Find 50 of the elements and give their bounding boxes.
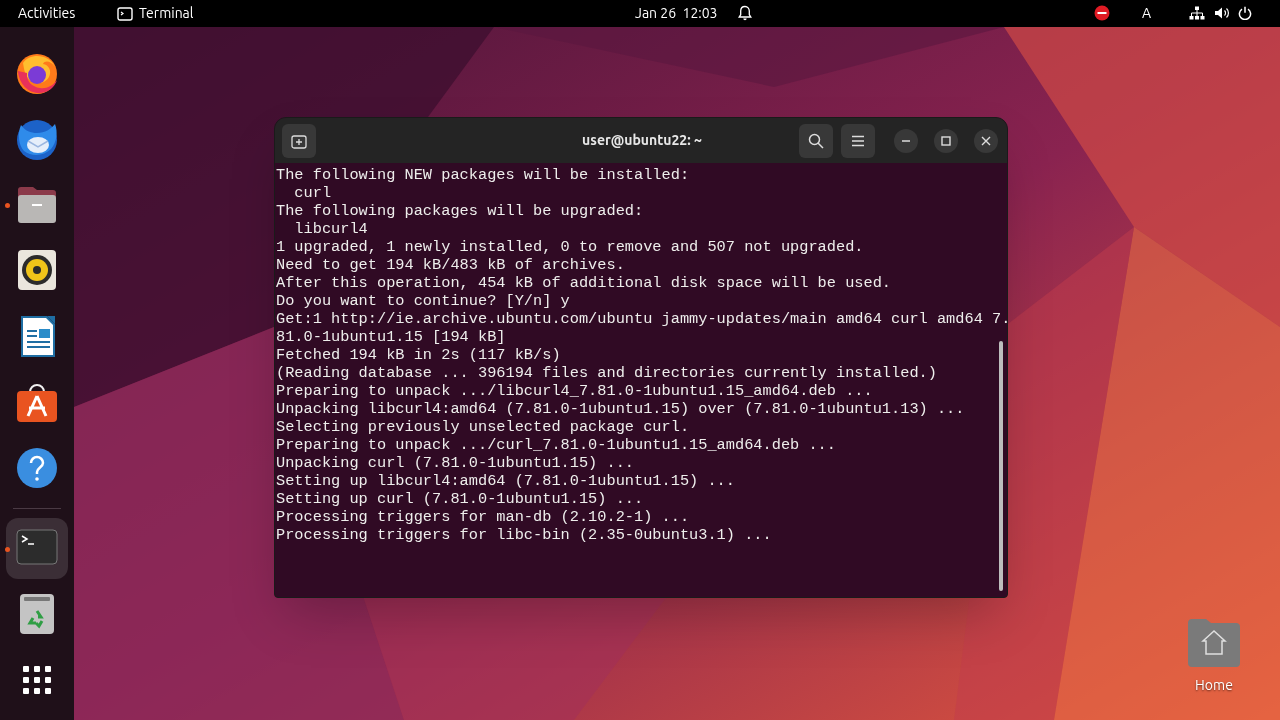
terminal-line: Do you want to continue? [Y/n] y: [276, 292, 571, 310]
terminal-line: Unpacking libcurl4:amd64 (7.81.0-1ubuntu1.15) over (7.81.0-1ubuntu1.13) ...: [276, 400, 966, 418]
terminal-line: libcurl4: [293, 220, 369, 238]
bell-icon[interactable]: [738, 5, 752, 21]
maximize-button[interactable]: [934, 129, 958, 153]
terminal-line: The following NEW packages will be installed:: [276, 166, 691, 184]
terminal-icon: [117, 6, 133, 21]
minimize-button[interactable]: [894, 129, 918, 153]
icon-label: Home: [1195, 676, 1233, 695]
terminal-line: Preparing to unpack .../curl_7.81.0-1ubuntu1.15_amd64.deb ...: [276, 436, 837, 454]
terminal-line: The following packages will be upgraded:: [276, 202, 645, 220]
power-icon[interactable]: [1238, 6, 1252, 20]
terminal-line: Selecting previously unselected package curl.: [276, 418, 691, 436]
search-button[interactable]: [799, 124, 833, 158]
terminal-line: Preparing to unpack .../libcurl4_7.81.0-1ubuntu1.15_amd64.deb ...: [276, 382, 874, 400]
terminal-line: Get:1 http://ie.archive.ubuntu.com/ubuntu jammy-updates/main amd64 curl amd64 7.: [276, 310, 1007, 328]
new-tab-icon: [291, 133, 307, 149]
maximize-icon: [940, 135, 952, 147]
new-tab-button[interactable]: [282, 124, 316, 158]
clock[interactable]: Jan 26 12:03: [635, 3, 718, 24]
help-icon: [15, 445, 59, 490]
menu-icon: [851, 135, 865, 147]
terminal-line: curl: [293, 184, 333, 202]
home-folder-icon[interactable]: [1186, 617, 1242, 667]
terminal-line: Setting up libcurl4:amd64 (7.81.0-1ubuntu1.15) ...: [276, 472, 736, 490]
app-grid-icon[interactable]: [23, 666, 51, 695]
window-title: user@ubuntu22: ~: [581, 131, 703, 150]
scrollbar-thumb[interactable]: [999, 341, 1003, 591]
terminal-line: After this operation, 454 kB of additional disk space will be used.: [276, 274, 893, 292]
terminal-line: Setting up curl (7.81.0-1ubuntu1.15) ...: [276, 490, 645, 508]
terminal-line: (Reading database ... 396194 files and directories currently installed.): [276, 364, 938, 382]
close-icon: [980, 135, 992, 147]
volume-icon[interactable]: [1214, 6, 1230, 20]
terminal-line: Processing triggers for man-db (2.10.2-1) ...: [276, 508, 691, 526]
app-menu[interactable]: Terminal: [139, 3, 194, 24]
input-source[interactable]: A: [1142, 3, 1152, 24]
minimize-icon: [900, 140, 912, 142]
speaker-icon: [15, 248, 59, 293]
terminal-line: Processing triggers for libc-bin (2.35-0ubuntu3.1) ...: [276, 526, 773, 544]
search-icon: [808, 133, 824, 149]
terminal-line: Unpacking curl (7.81.0-1ubuntu1.15) ...: [276, 454, 635, 472]
menu-button[interactable]: [841, 124, 875, 158]
do-not-disturb-icon[interactable]: [1094, 5, 1110, 21]
network-icon[interactable]: [1189, 6, 1205, 20]
activities-button[interactable]: Activities: [18, 3, 76, 24]
terminal-line: 81.0-1ubuntu1.15 [194 kB]: [276, 328, 507, 346]
close-button[interactable]: [974, 129, 998, 153]
terminal-line: Fetched 194 kB in 2s (117 kB/s): [276, 346, 562, 364]
terminal-line: 1 upgraded, 1 newly installed, 0 to remove and 507 not upgraded.: [276, 238, 865, 256]
terminal-line: Need to get 194 kB/483 kB of archives.: [276, 256, 626, 274]
